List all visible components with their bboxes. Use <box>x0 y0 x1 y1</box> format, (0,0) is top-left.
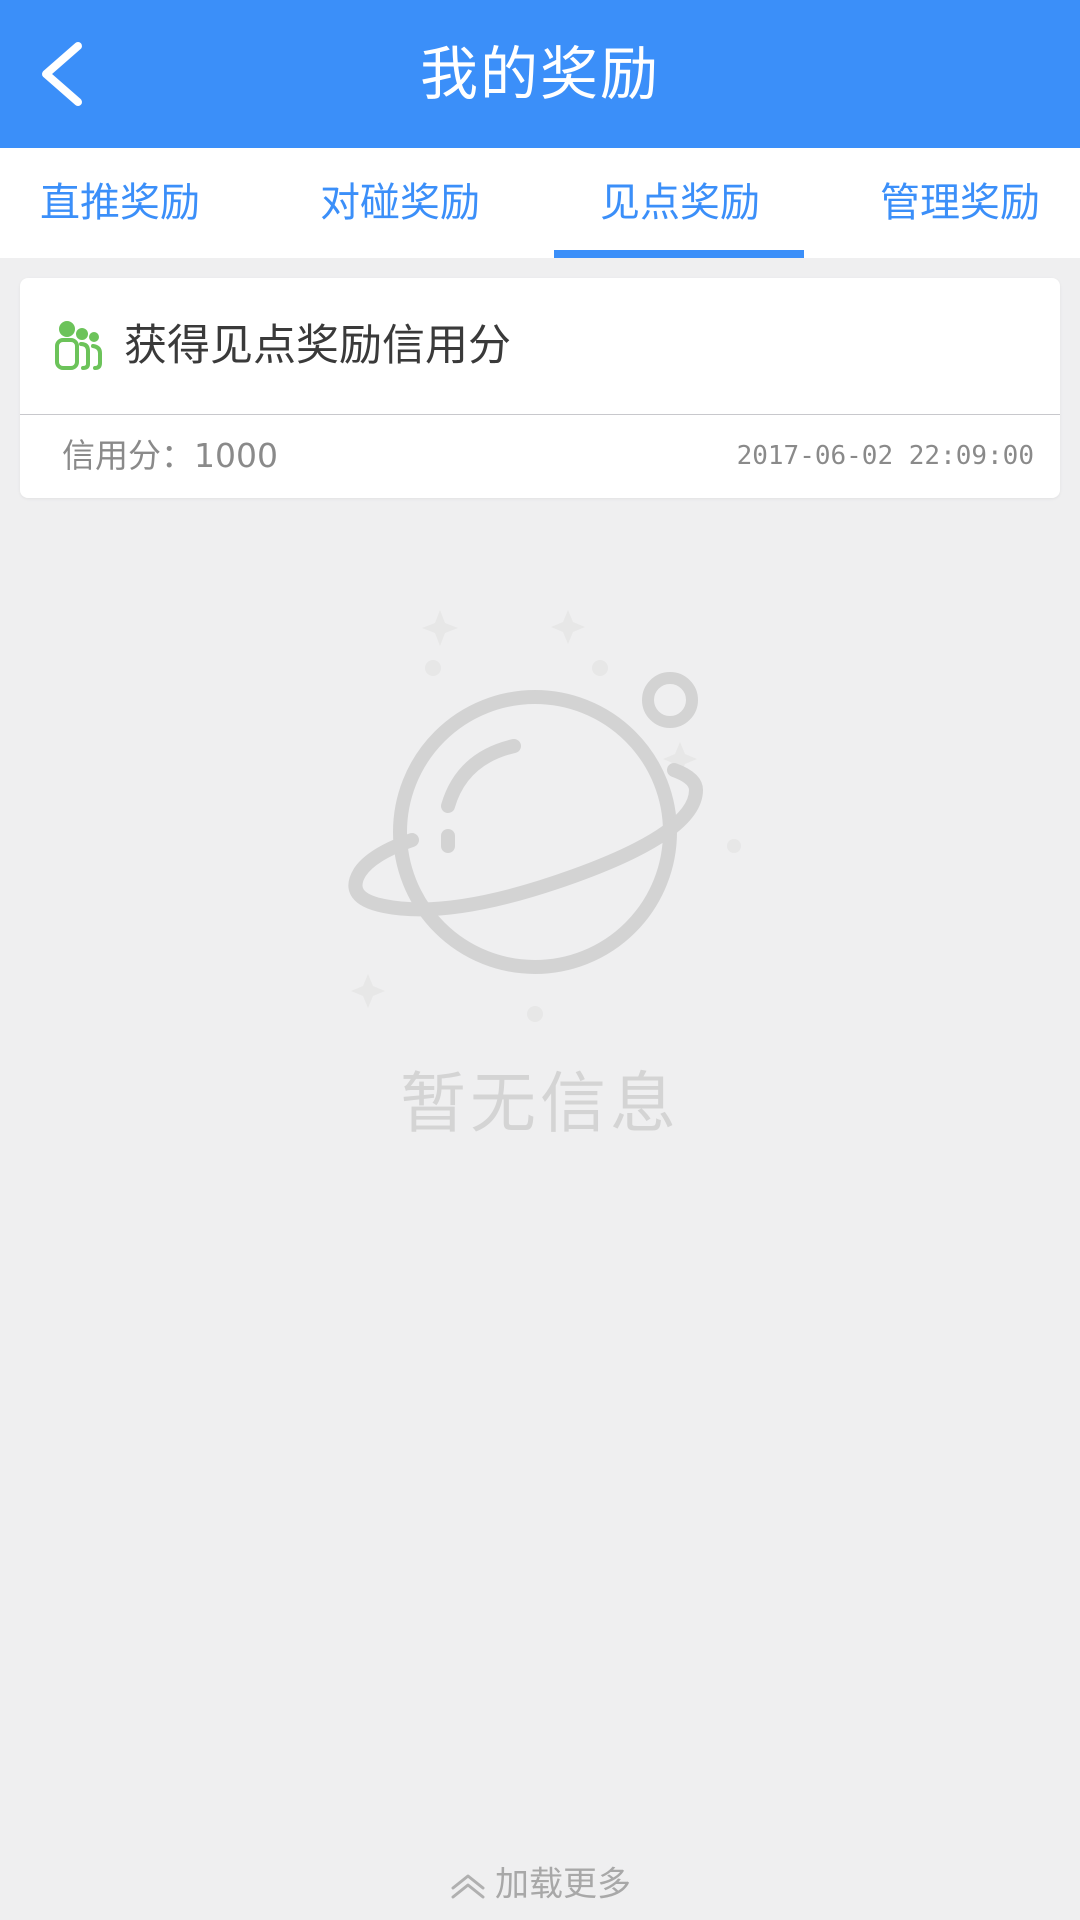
app-header: 我的奖励 <box>0 0 1080 148</box>
tab-pair-reward[interactable]: 对碰奖励 <box>300 148 500 258</box>
load-more-label: 加载更多 <box>495 1864 631 1905</box>
tab-bar: 直推奖励 对碰奖励 见点奖励 管理奖励 <box>0 148 1080 258</box>
reward-card[interactable]: 获得见点奖励信用分 信用分：1000 2017-06-02 22:09:00 <box>20 278 1060 498</box>
reward-card-title: 获得见点奖励信用分 <box>124 321 511 371</box>
load-more-button[interactable]: 加载更多 <box>0 1858 1080 1908</box>
people-group-icon <box>55 321 102 370</box>
planet-icon <box>348 610 741 1022</box>
active-tab-indicator <box>554 250 804 258</box>
empty-state-text: 暂无信息 <box>400 1065 680 1142</box>
page-title: 我的奖励 <box>419 40 660 108</box>
reward-card-header: 获得见点奖励信用分 <box>20 278 1060 415</box>
tab-management-reward[interactable]: 管理奖励 <box>860 148 1060 258</box>
credit-score-text: 信用分：1000 <box>62 436 278 475</box>
chevron-up-icon <box>451 1874 485 1898</box>
tab-level-reward[interactable]: 见点奖励 <box>560 148 800 258</box>
tab-direct-reward[interactable]: 直推奖励 <box>20 148 220 258</box>
reward-timestamp: 2017-06-02 22:09:00 <box>736 441 1034 471</box>
